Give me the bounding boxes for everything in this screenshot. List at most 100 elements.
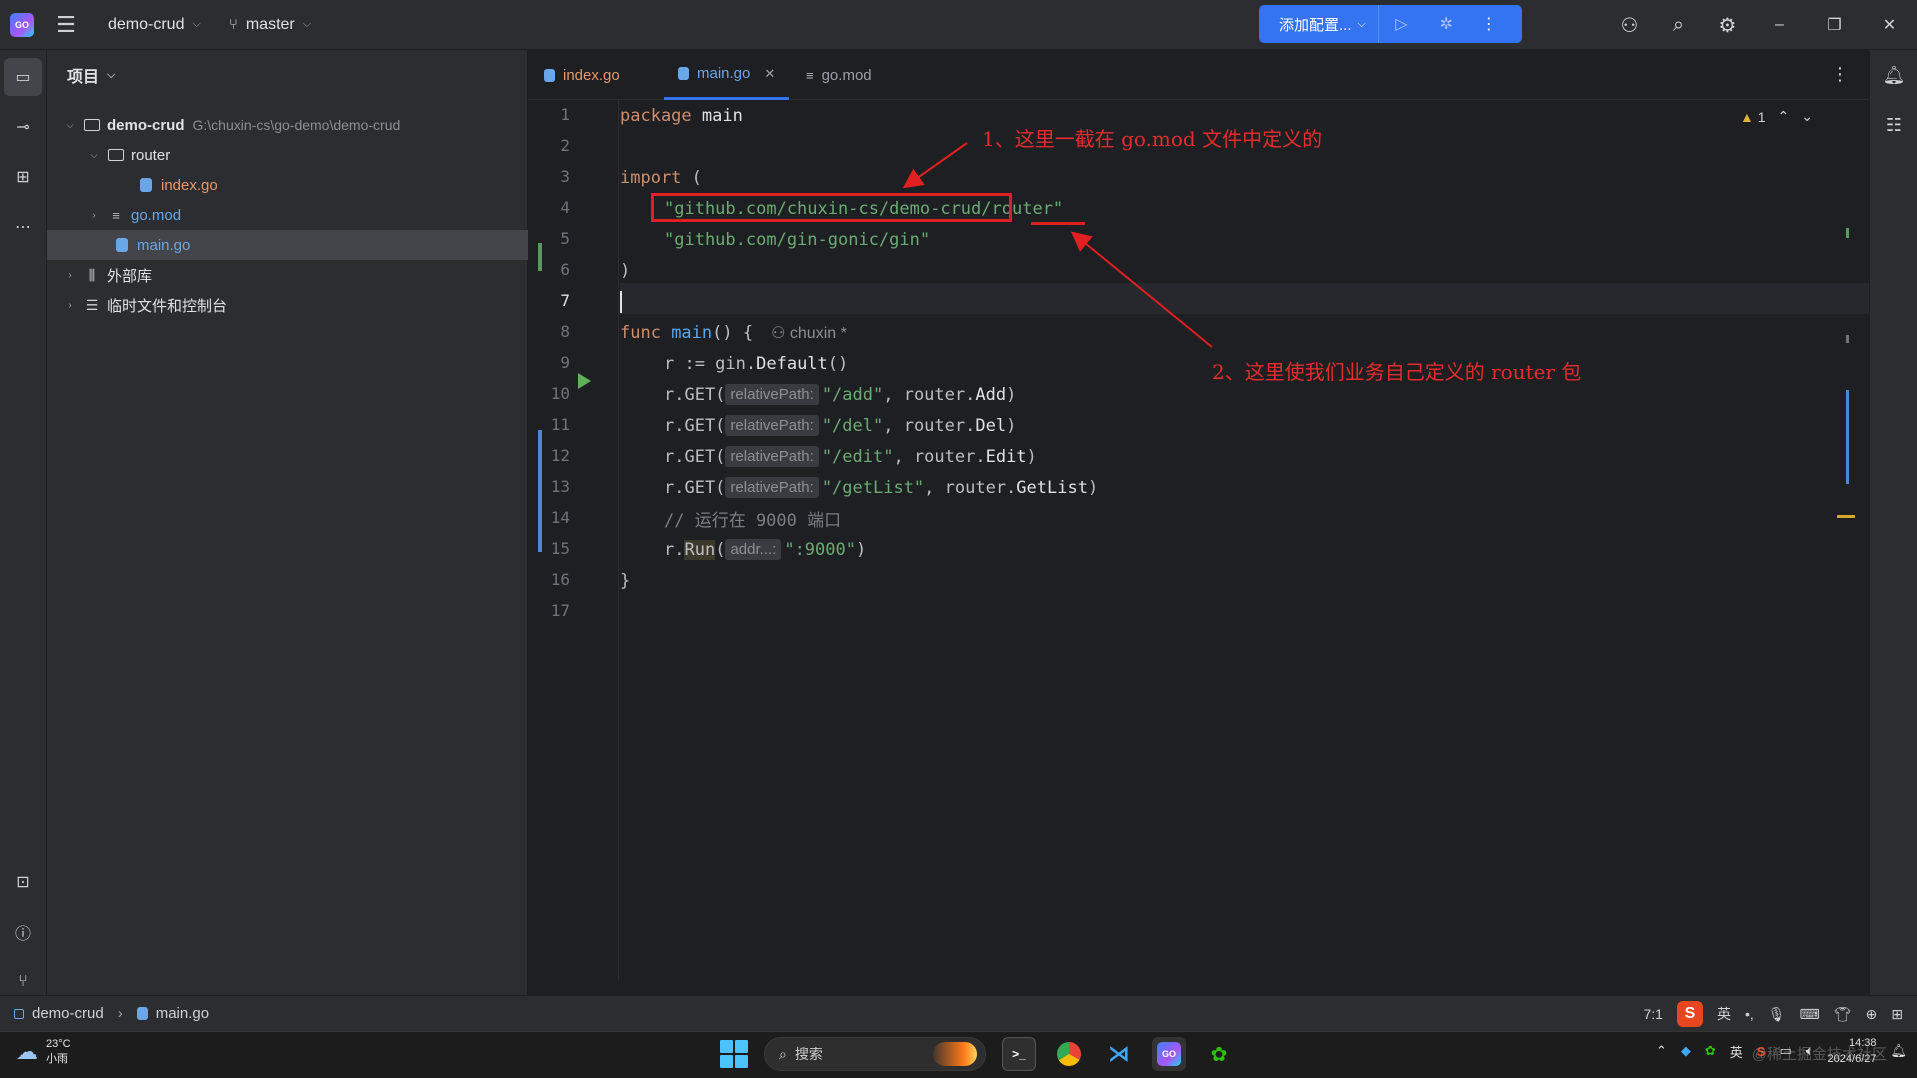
line-number: 4: [560, 198, 570, 217]
grid-icon[interactable]: ⊞: [1891, 1006, 1903, 1023]
taskbar-search[interactable]: ⌕ 搜索: [764, 1037, 986, 1071]
scroll-mark-modified[interactable]: [1846, 390, 1849, 484]
punct-icon[interactable]: •,: [1745, 1006, 1754, 1022]
goland-logo[interactable]: GO: [0, 0, 44, 50]
editor-tabs: index.go main.go ✕ ≡ go.mod ⋮: [528, 50, 1869, 100]
weather-widget[interactable]: ☁ 23°C 小雨: [16, 1037, 71, 1067]
goland-app-icon[interactable]: GO: [1152, 1037, 1186, 1071]
param-hint: addr...:: [725, 539, 782, 560]
tree-item-demo-crud[interactable]: ⌵ demo-crud G:\chuxin-cs\go-demo\demo-cr…: [47, 110, 528, 140]
code-line-3: import (: [620, 167, 702, 188]
close-window-button[interactable]: ✕: [1862, 0, 1917, 50]
terminal-tool-button[interactable]: ⊡: [4, 863, 42, 901]
more-actions-button[interactable]: ⋮: [1469, 5, 1509, 43]
tabs-menu-button[interactable]: ⋮: [1831, 64, 1849, 85]
tray-lang[interactable]: 英: [1730, 1042, 1743, 1061]
collapse-arrow-icon[interactable]: ›: [63, 300, 77, 311]
code-line-16: }: [620, 570, 631, 591]
tray-wechat-icon[interactable]: ✿: [1705, 1043, 1716, 1059]
chrome-app-icon[interactable]: [1052, 1037, 1086, 1071]
library-icon: ⫼: [88, 266, 96, 283]
tree-item-label: 临时文件和控制台: [107, 297, 228, 315]
search-highlight-image: [933, 1042, 977, 1066]
ime-mode[interactable]: 英: [1717, 1004, 1731, 1024]
gamepad-icon[interactable]: ⊕: [1866, 1006, 1878, 1023]
collapse-arrow-icon[interactable]: ›: [63, 270, 77, 281]
scroll-mark-added[interactable]: [1846, 228, 1849, 238]
folder-icon: ▭: [15, 69, 31, 86]
go-file-icon: [137, 177, 155, 193]
breadcrumb: demo-crud › main.go: [0, 1005, 209, 1022]
collapse-arrow-icon[interactable]: ›: [87, 210, 101, 221]
tree-item-label: 外部库: [107, 267, 153, 285]
line-number: 16: [550, 570, 570, 589]
more-tools-button[interactable]: ⋯: [4, 208, 42, 246]
notification-center-icon[interactable]: 🔔︎: [1890, 1043, 1907, 1059]
run-config-selector[interactable]: 添加配置... ⌵: [1259, 5, 1379, 43]
scroll-mark[interactable]: [1846, 335, 1849, 343]
wechat-app-icon[interactable]: ✿: [1202, 1037, 1236, 1071]
keyboard-icon[interactable]: ⌨: [1800, 1006, 1820, 1023]
database-icon: ☷: [1885, 114, 1903, 135]
tab-go-mod[interactable]: ≡ go.mod: [806, 50, 872, 100]
code-line-10: r.GET(relativePath: "/add", router. Add): [664, 384, 1017, 405]
project-panel-header[interactable]: 项目 ⌵: [47, 50, 527, 100]
project-tool-button[interactable]: ▭: [4, 58, 42, 96]
code-line-14: // 运行在 9000 端口: [664, 511, 842, 531]
scroll-mark-warning[interactable]: [1837, 515, 1855, 518]
cursor-position[interactable]: 7:1: [1643, 1006, 1662, 1022]
sogou-ime-icon[interactable]: S: [1676, 1001, 1703, 1027]
breadcrumb-project[interactable]: demo-crud: [32, 1005, 104, 1022]
tray-app-icon[interactable]: ◆: [1681, 1043, 1691, 1059]
run-button[interactable]: ▷: [1379, 5, 1424, 43]
line-number: 2: [560, 136, 570, 155]
search-placeholder: 搜索: [794, 1046, 823, 1062]
project-selector[interactable]: demo-crud ⌵: [108, 16, 201, 34]
author-hint[interactable]: ⚇ chuxin *: [771, 323, 847, 343]
vcs-added-marker[interactable]: [538, 243, 542, 271]
add-user-button[interactable]: ⚇: [1605, 0, 1654, 50]
vscode-app-icon[interactable]: ⋊: [1102, 1037, 1136, 1071]
branch-name: master: [245, 15, 295, 33]
debug-button[interactable]: ✲: [1424, 5, 1469, 43]
run-gutter-icon[interactable]: [578, 373, 591, 389]
problems-tool-button[interactable]: ⓘ: [4, 913, 42, 951]
tab-main-go[interactable]: main.go ✕: [664, 50, 790, 100]
main-menu-button[interactable]: ☰: [44, 0, 88, 50]
commit-tool-button[interactable]: ⊸: [4, 108, 42, 146]
tab-label: go.mod: [821, 66, 872, 84]
weather-temp: 23°C: [46, 1038, 71, 1050]
mic-icon[interactable]: 🎙︎: [1768, 1006, 1786, 1023]
tree-item-main-go[interactable]: main.go: [47, 230, 528, 260]
expand-arrow-icon[interactable]: ⌵: [87, 150, 101, 161]
start-button[interactable]: [720, 1040, 748, 1068]
expand-arrow-icon[interactable]: ⌵: [63, 120, 77, 131]
minimize-button[interactable]: –: [1752, 0, 1807, 50]
tree-item-label: main.go: [137, 236, 191, 254]
notifications-button[interactable]: 🔔︎: [1870, 50, 1917, 100]
tree-item-go-mod[interactable]: › ≡ go.mod: [47, 200, 528, 230]
add-user-icon: ⚇: [1620, 14, 1639, 37]
close-tab-icon[interactable]: ✕: [764, 66, 775, 82]
vcs-modified-marker[interactable]: [538, 430, 542, 552]
breadcrumb-file[interactable]: main.go: [156, 1005, 209, 1022]
tab-index-go[interactable]: index.go: [544, 50, 620, 100]
search-everywhere-button[interactable]: ⌕: [1654, 0, 1703, 50]
tree-item-scratches[interactable]: › ☰ 临时文件和控制台: [47, 290, 528, 320]
settings-button[interactable]: ⚙: [1703, 0, 1752, 50]
branch-selector[interactable]: ⑂ master ⌵: [229, 16, 311, 34]
branch-icon: ⑂: [228, 16, 238, 33]
code-editor[interactable]: package main import ( "github.com/chuxin…: [620, 100, 1869, 980]
tree-item-label: router: [131, 146, 171, 164]
tree-item-index-go[interactable]: index.go: [47, 170, 528, 200]
tree-item-external-libraries[interactable]: › ⫼ 外部库: [47, 260, 528, 290]
skin-icon[interactable]: 👕︎: [1834, 1006, 1852, 1023]
terminal-app-icon[interactable]: >_: [1002, 1037, 1036, 1071]
tray-overflow-icon[interactable]: ⌃: [1656, 1043, 1667, 1059]
structure-tool-button[interactable]: ⊞: [4, 158, 42, 196]
status-bar: demo-crud › main.go 7:1 S 英 •, 🎙︎ ⌨ 👕︎ ⊕…: [0, 995, 1917, 1031]
code-line-1: package main: [620, 105, 743, 126]
restore-button[interactable]: ❐: [1807, 0, 1862, 50]
tree-item-router[interactable]: ⌵ router: [47, 140, 528, 170]
database-button[interactable]: ☷: [1870, 100, 1917, 150]
